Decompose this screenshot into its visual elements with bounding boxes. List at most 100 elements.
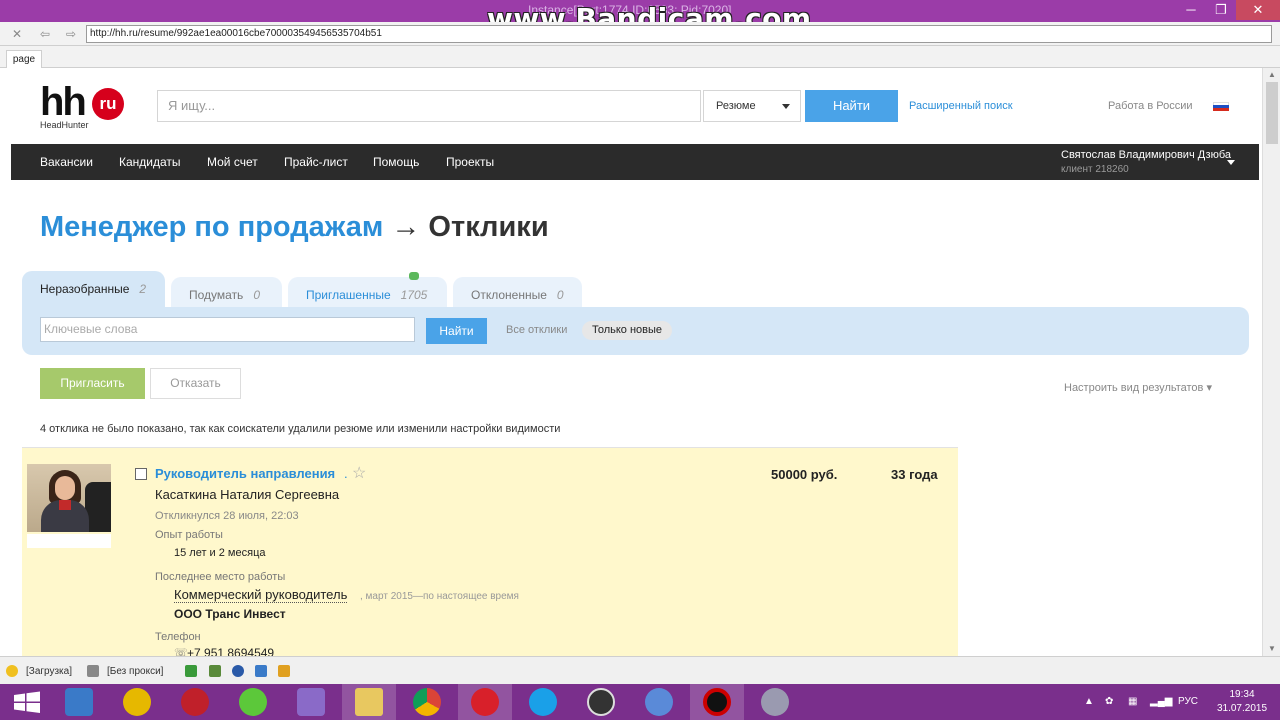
candidate-photo[interactable] bbox=[27, 464, 111, 532]
nav-item-projects[interactable]: Проекты bbox=[446, 155, 494, 169]
address-bar: ✕ ⇦ ⇨ http://hh.ru/resume/992ae1ea00016c… bbox=[0, 22, 1280, 46]
configure-view-link[interactable]: Настроить вид результатов ▾ bbox=[1064, 381, 1212, 394]
clock-date: 31.07.2015 bbox=[1216, 703, 1268, 714]
taskbar-app-5[interactable] bbox=[284, 684, 338, 720]
reject-button[interactable]: Отказать bbox=[150, 368, 241, 399]
taskbar-icq[interactable] bbox=[226, 684, 280, 720]
user-menu-chevron-icon[interactable] bbox=[1227, 160, 1235, 165]
hh-logo[interactable]: hh ru HeadHunter bbox=[40, 82, 130, 130]
url-input[interactable]: http://hh.ru/resume/992ae1ea00016cbe7000… bbox=[86, 25, 1272, 43]
browser-tab[interactable]: page bbox=[6, 50, 42, 69]
tray-expand-icon[interactable]: ▲ bbox=[1084, 696, 1094, 707]
tab-count: 0 bbox=[556, 288, 564, 302]
page-title: Менеджер по продажам → Отклики bbox=[40, 211, 549, 244]
all-responses-link[interactable]: Все отклики bbox=[506, 324, 567, 336]
taskbar-app-10[interactable] bbox=[574, 684, 628, 720]
compass-icon[interactable] bbox=[232, 665, 244, 677]
nav-item-account[interactable]: Мой счет bbox=[207, 155, 258, 169]
russia-flag-icon[interactable] bbox=[1213, 102, 1229, 111]
filter-find-button[interactable]: Найти bbox=[426, 318, 487, 344]
taskbar-bandicam[interactable] bbox=[690, 684, 744, 720]
nav-item-help[interactable]: Помощь bbox=[373, 155, 419, 169]
proxy-status[interactable]: [Без прокси] bbox=[107, 666, 163, 677]
experience-label: Опыт работы bbox=[155, 529, 223, 541]
search-input[interactable]: Я ищу... bbox=[157, 90, 701, 122]
keywords-input[interactable]: Ключевые слова bbox=[40, 317, 415, 342]
scrollbar-thumb[interactable] bbox=[1266, 82, 1278, 144]
user-name[interactable]: Святослав Владимирович Дзюба bbox=[1061, 149, 1231, 161]
nav-item-vacancies[interactable]: Вакансии bbox=[40, 155, 93, 169]
candidate-age: 33 года bbox=[891, 467, 938, 482]
opera-icon bbox=[471, 688, 499, 716]
candidate-checkbox[interactable] bbox=[135, 468, 147, 480]
page-title-rest: → Отклики bbox=[391, 211, 549, 243]
only-new-toggle[interactable]: Только новые bbox=[582, 321, 672, 340]
star-icon[interactable]: ☆ bbox=[352, 463, 366, 483]
tab-unsorted[interactable]: Неразобранные 2 bbox=[22, 271, 165, 307]
tray-app-icon[interactable]: ✿ bbox=[1105, 696, 1113, 707]
stop-icon[interactable]: ✕ bbox=[8, 26, 26, 42]
browser-statusbar: [Загрузка] [Без прокси] bbox=[0, 656, 1280, 684]
tray-clock[interactable]: 19:34 31.07.2015 bbox=[1212, 688, 1272, 716]
image-icon[interactable] bbox=[209, 665, 221, 677]
phone-icon: ☏ bbox=[174, 647, 188, 656]
taskbar-explorer[interactable] bbox=[342, 684, 396, 720]
loading-icon bbox=[6, 665, 18, 677]
forward-icon[interactable]: ⇨ bbox=[62, 26, 80, 42]
tray-network-icon[interactable]: ▦ bbox=[1128, 696, 1137, 707]
close-button[interactable]: ✕ bbox=[1236, 0, 1280, 20]
main-nav: Вакансии Кандидаты Мой счет Прайс-лист П… bbox=[11, 144, 1259, 180]
logo-text: hh bbox=[40, 80, 87, 124]
last-job-title[interactable]: Коммерческий руководитель bbox=[174, 587, 348, 603]
restore-button[interactable]: ❐ bbox=[1206, 0, 1236, 20]
phone-label: Телефон bbox=[155, 631, 201, 643]
taskbar-chrome[interactable] bbox=[400, 684, 454, 720]
search-scope-select[interactable]: Резюме bbox=[703, 90, 801, 122]
candidate-salary: 50000 руб. bbox=[771, 467, 838, 482]
taskbar-app-2[interactable] bbox=[110, 684, 164, 720]
vacancy-title-link[interactable]: Менеджер по продажам bbox=[40, 211, 383, 243]
clock-time: 19:34 bbox=[1229, 689, 1255, 700]
save-icon[interactable] bbox=[185, 665, 197, 677]
tab-rejected[interactable]: Отклоненные 0 bbox=[453, 277, 582, 307]
taskbar-app-3[interactable] bbox=[168, 684, 222, 720]
message-icon bbox=[409, 272, 419, 280]
last-job-company: ООО Транс Инвест bbox=[174, 607, 286, 621]
candidate-name: Касаткина Наталия Сергеевна bbox=[155, 487, 340, 502]
page-scrollbar[interactable]: ▲ ▼ bbox=[1262, 68, 1280, 656]
tab-invited[interactable]: Приглашенные 1705 bbox=[288, 277, 447, 307]
taskbar-app-11[interactable] bbox=[632, 684, 686, 720]
search-button[interactable]: Найти bbox=[805, 90, 898, 122]
candidate-card: Руководитель направления . ☆ 50000 руб. … bbox=[22, 448, 958, 656]
tab-think[interactable]: Подумать 0 bbox=[171, 277, 282, 307]
taskbar-skype[interactable] bbox=[516, 684, 570, 720]
nav-item-pricelist[interactable]: Прайс-лист bbox=[284, 155, 348, 169]
start-button[interactable] bbox=[0, 684, 54, 720]
window-titlebar: Instance[Port:1774 ID:6533; Pid:7020] ww… bbox=[0, 0, 1280, 35]
proxy-icon bbox=[87, 665, 99, 677]
invite-button[interactable]: Пригласить bbox=[40, 368, 145, 399]
logo-subtitle: HeadHunter bbox=[40, 120, 89, 130]
back-icon[interactable]: ⇦ bbox=[36, 26, 54, 42]
search-scope-value: Резюме bbox=[716, 100, 756, 112]
tab-strip: page bbox=[0, 46, 1280, 69]
tray-signal-icon[interactable]: ▂▄▆ bbox=[1150, 696, 1172, 707]
power-icon bbox=[181, 688, 209, 716]
tab-label: Неразобранные bbox=[40, 282, 130, 296]
candidate-phone[interactable]: +7 951 8694549 bbox=[187, 646, 274, 656]
tab-count: 0 bbox=[253, 288, 260, 302]
scroll-down-icon[interactable]: ▼ bbox=[1263, 644, 1280, 653]
edit-icon[interactable] bbox=[278, 665, 290, 677]
taskbar-app-13[interactable] bbox=[748, 684, 802, 720]
minimize-button[interactable]: ─ bbox=[1176, 0, 1206, 20]
tray-language[interactable]: РУС bbox=[1178, 696, 1198, 707]
advanced-search-link[interactable]: Расширенный поиск bbox=[909, 100, 1013, 112]
scroll-up-icon[interactable]: ▲ bbox=[1263, 70, 1280, 79]
work-in-link[interactable]: Работа в России bbox=[1108, 100, 1193, 112]
taskbar-app-1[interactable] bbox=[52, 684, 106, 720]
windows-icon[interactable] bbox=[255, 665, 267, 677]
taskbar-opera[interactable] bbox=[458, 684, 512, 720]
vacancy-dot: . bbox=[344, 466, 348, 481]
candidate-vacancy-link[interactable]: Руководитель направления bbox=[155, 466, 335, 481]
nav-item-candidates[interactable]: Кандидаты bbox=[119, 155, 181, 169]
